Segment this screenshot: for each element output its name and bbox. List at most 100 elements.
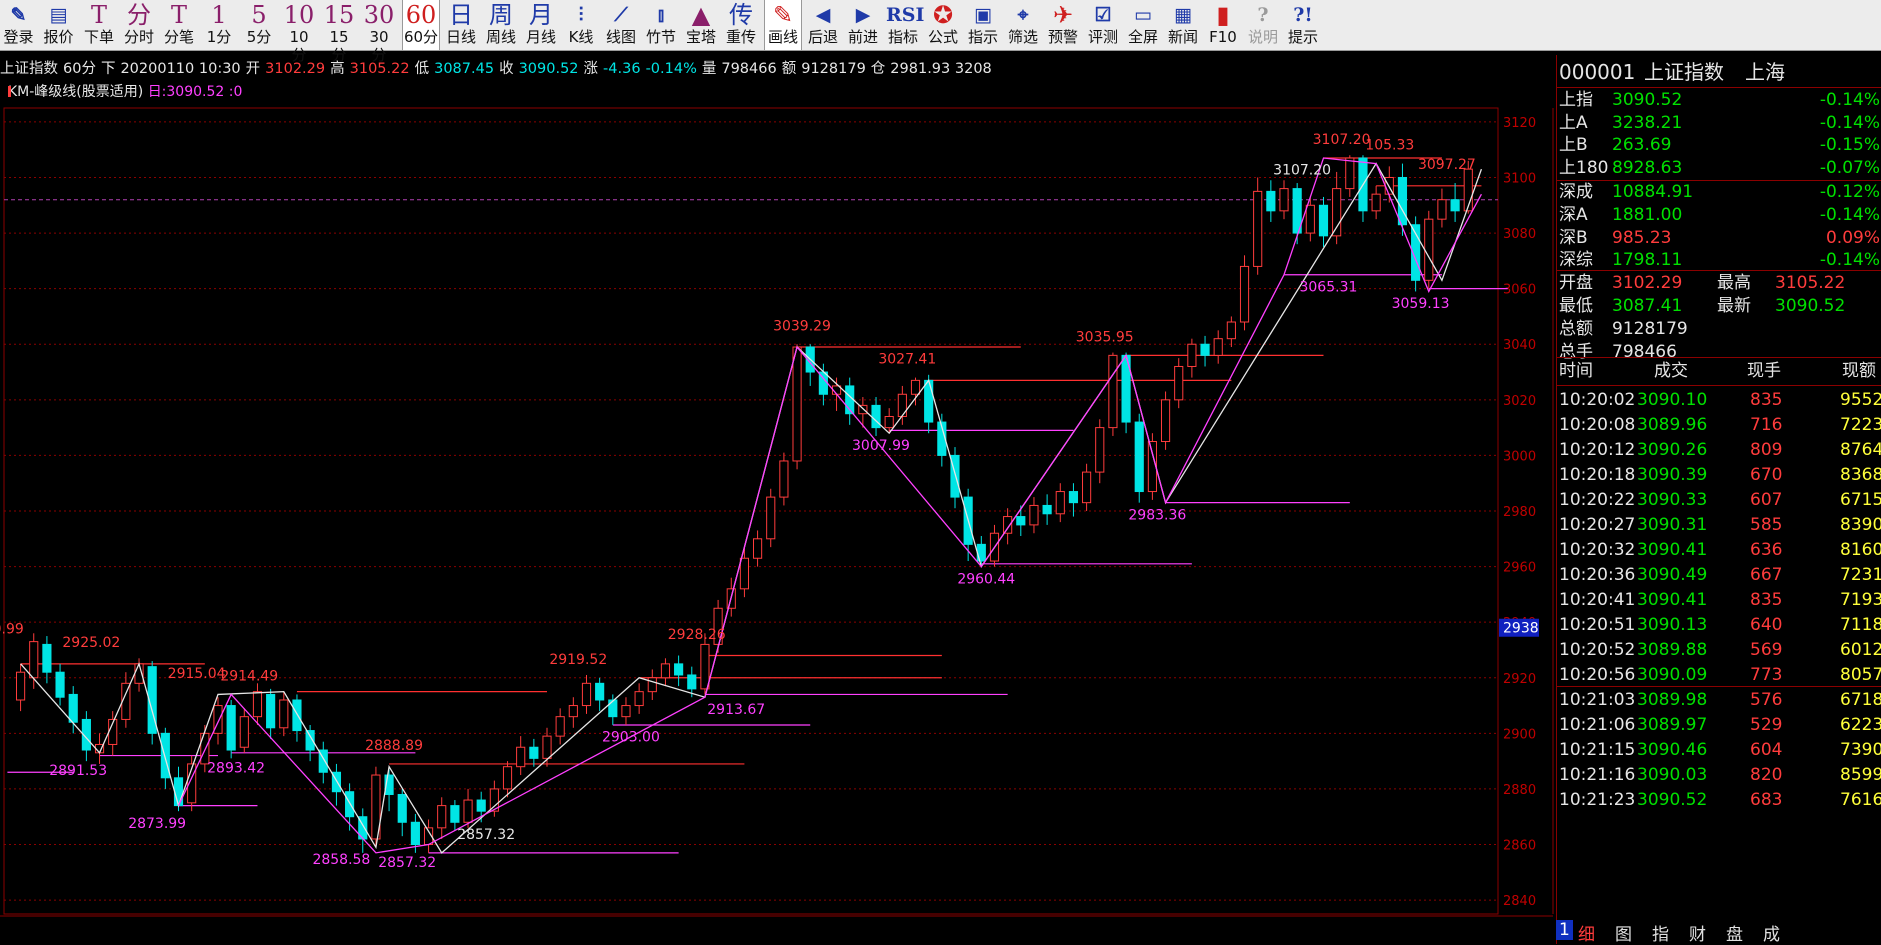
index-pct: 0.09% [1825, 227, 1880, 248]
candle [1226, 316, 1236, 348]
index-row[interactable]: 深B 985.23 0.09% [1557, 227, 1881, 249]
toolbar-button-rsi[interactable]: RSI 指标 [886, 0, 924, 50]
index-row[interactable]: 上指 3090.52 -0.14% [1557, 89, 1881, 111]
toolbar-button-tower[interactable]: ▲ 宝塔 [684, 0, 718, 50]
toolbar-button-indicator[interactable]: ▣ 指示 [966, 0, 1000, 50]
toolbar-button-forward[interactable]: ▶ 前进 [846, 0, 880, 50]
toolbar-button-period-1m[interactable]: 1 1分 [202, 0, 236, 50]
toolbar-button-day[interactable]: 日日线 [444, 0, 478, 50]
index-row[interactable]: 深成 10884.91 -0.12% [1557, 181, 1881, 203]
side-tab-2[interactable]: 指 [1652, 920, 1669, 945]
toolbar-button-tick[interactable]: T 分笔 [162, 0, 196, 50]
toolbar-button-label: 预警 [1047, 28, 1078, 46]
back-icon: ◀ [815, 4, 831, 26]
tick-amount: 9552 [1840, 390, 1881, 410]
candle [1266, 180, 1276, 222]
toolbar-button-period-5m[interactable]: 5 5分 [242, 0, 276, 50]
tick-amount: 8057 [1840, 665, 1881, 685]
index-name: 上证指数 [0, 61, 58, 77]
candle-body-up [779, 460, 789, 498]
candle [42, 636, 52, 684]
tick-price: 3090.52 [1637, 790, 1708, 810]
kline-icon: ⫶ [578, 4, 584, 26]
index-row[interactable]: 深综 1798.11 -0.14% [1557, 249, 1881, 271]
candle-body-up [739, 557, 749, 590]
candle-body-up [1095, 427, 1105, 473]
period-30m-icon: 30 [363, 1, 395, 29]
candle [1042, 494, 1052, 525]
side-tab-3[interactable]: 财 [1689, 920, 1706, 945]
toolbar-button-period-60m[interactable]: 60 60分 [402, 0, 440, 50]
side-tab-4[interactable]: 盘 [1726, 920, 1743, 945]
main-toolbar: ✎ 登录 ▤ 报价 T 下单分分时 T 分笔 1 1分 5 5分 10 10分 15 15分 30 30分 60 60… [0, 0, 1881, 64]
peak-annotation: 3097.27 [1418, 157, 1476, 173]
candle-body-up [1332, 188, 1342, 237]
toolbar-button-formula[interactable]: ✪ 公式 [926, 0, 960, 50]
candle [1213, 330, 1223, 364]
tick-hand: 529 [1750, 715, 1783, 735]
peak-annotation: 2914.49 [220, 669, 278, 685]
toolbar-button-back[interactable]: ◀ 后退 [806, 0, 840, 50]
side-tab-0[interactable]: 细 [1578, 920, 1595, 945]
col-hand: 现手 [1747, 361, 1781, 381]
toolbar-button-draw[interactable]: ✎ 画线 [764, 0, 802, 50]
tick-time: 10:21:23 [1559, 790, 1636, 810]
index-row[interactable]: 深A 1881.00 -0.14% [1557, 204, 1881, 226]
toolbar-button-kline[interactable]: ⫶ K线 [564, 0, 598, 50]
tick-time: 10:20:12 [1559, 440, 1636, 460]
tick-hand: 636 [1750, 540, 1783, 560]
period-5m-icon: 5 [251, 1, 267, 29]
peak-annotation: 3007.99 [852, 438, 910, 454]
toolbar-button-fullscreen[interactable]: ▭ 全屏 [1126, 0, 1160, 50]
toolbar-button-period-10m[interactable]: 10 10分 [282, 0, 316, 64]
index-row[interactable]: 上180 8928.63 -0.07% [1557, 157, 1881, 179]
peak-annotation: 0.99 [0, 621, 24, 637]
candle [1437, 188, 1447, 228]
index-row[interactable]: 上B 263.69 -0.15% [1557, 134, 1881, 156]
candle [1160, 391, 1171, 450]
candle [674, 655, 684, 687]
tick-amount: 8368 [1840, 465, 1881, 485]
stat-label: 最高 [1717, 273, 1751, 293]
toolbar-button-month[interactable]: 月月线 [524, 0, 558, 50]
candle [1108, 352, 1118, 436]
peak-annotation: 3065.31 [1299, 279, 1357, 295]
toolbar-button-linechart[interactable]: ⟋ 线图 [604, 0, 638, 50]
divider [1557, 686, 1881, 687]
kline-chart-area[interactable]: KM-峰级线(股票适用) 日:3090.52 :0 3120 3100 3080 306… [0, 82, 1555, 937]
candle [239, 708, 249, 753]
quote-info-bar: 上证指数 60分下 20200110 10:30 开 3102.29 高 3105.22 低 3… [0, 61, 992, 77]
candle-body-down [1450, 199, 1460, 212]
tick-hand: 716 [1750, 415, 1783, 435]
tick-row: 10:20:02 3090.10 835 9552 [1557, 389, 1881, 411]
side-tab-1[interactable]: 图 [1615, 920, 1632, 945]
security-code: 000001 [1559, 60, 1636, 84]
toolbar-button-news[interactable]: ▦ 新闻 [1166, 0, 1200, 50]
toolbar-button-period-30m[interactable]: 30 30分 [362, 0, 396, 64]
toolbar-button-tip[interactable]: ?! 提示 [1286, 0, 1320, 50]
toolbar-button-order[interactable]: T 下单 [82, 0, 116, 50]
tick-row: 10:20:56 3090.09 773 8057 [1557, 664, 1881, 686]
candle [950, 447, 960, 509]
toolbar-button-evaluate[interactable]: ☑ 评测 [1086, 0, 1120, 50]
toolbar-button-week[interactable]: 周周线 [484, 0, 518, 50]
toolbar-button-report[interactable]: ▤ 报价 [41, 0, 76, 50]
toolbar-button-filter[interactable]: ⌖ 筛选 [1006, 0, 1040, 50]
kline-chart[interactable]: KM-峰级线(股票适用) 日:3090.52 :0 3120 3100 3080 306… [0, 82, 1555, 937]
toolbar-button-relay[interactable]: 传重传 [724, 0, 758, 50]
index-pct: -0.12% [1819, 182, 1880, 203]
toolbar-button-alert[interactable]: ✈ 预警 [1046, 0, 1080, 50]
toolbar-button-pen[interactable]: ✎ 登录 [2, 0, 35, 50]
toolbar-button-period-15m[interactable]: 15 15分 [322, 0, 356, 64]
candle [1253, 177, 1263, 275]
toolbar-button-bamboo[interactable]: ⫾ 竹节 [644, 0, 678, 50]
toolbar-button-label: 下单 [83, 28, 114, 46]
side-tab-5[interactable]: 成 [1763, 920, 1780, 945]
toolbar-button-timeshare[interactable]: 分分时 [122, 0, 156, 50]
tick-row: 10:20:08 3089.96 716 7223 [1557, 414, 1881, 436]
index-row[interactable]: 上A 3238.21 -0.14% [1557, 112, 1881, 134]
toolbar-button-help[interactable]: ? 说明 [1246, 0, 1280, 50]
toolbar-button-f10[interactable]: ▮ F10 [1206, 0, 1240, 50]
tick-price: 3090.39 [1637, 465, 1708, 485]
candle-body-down [1068, 491, 1079, 504]
